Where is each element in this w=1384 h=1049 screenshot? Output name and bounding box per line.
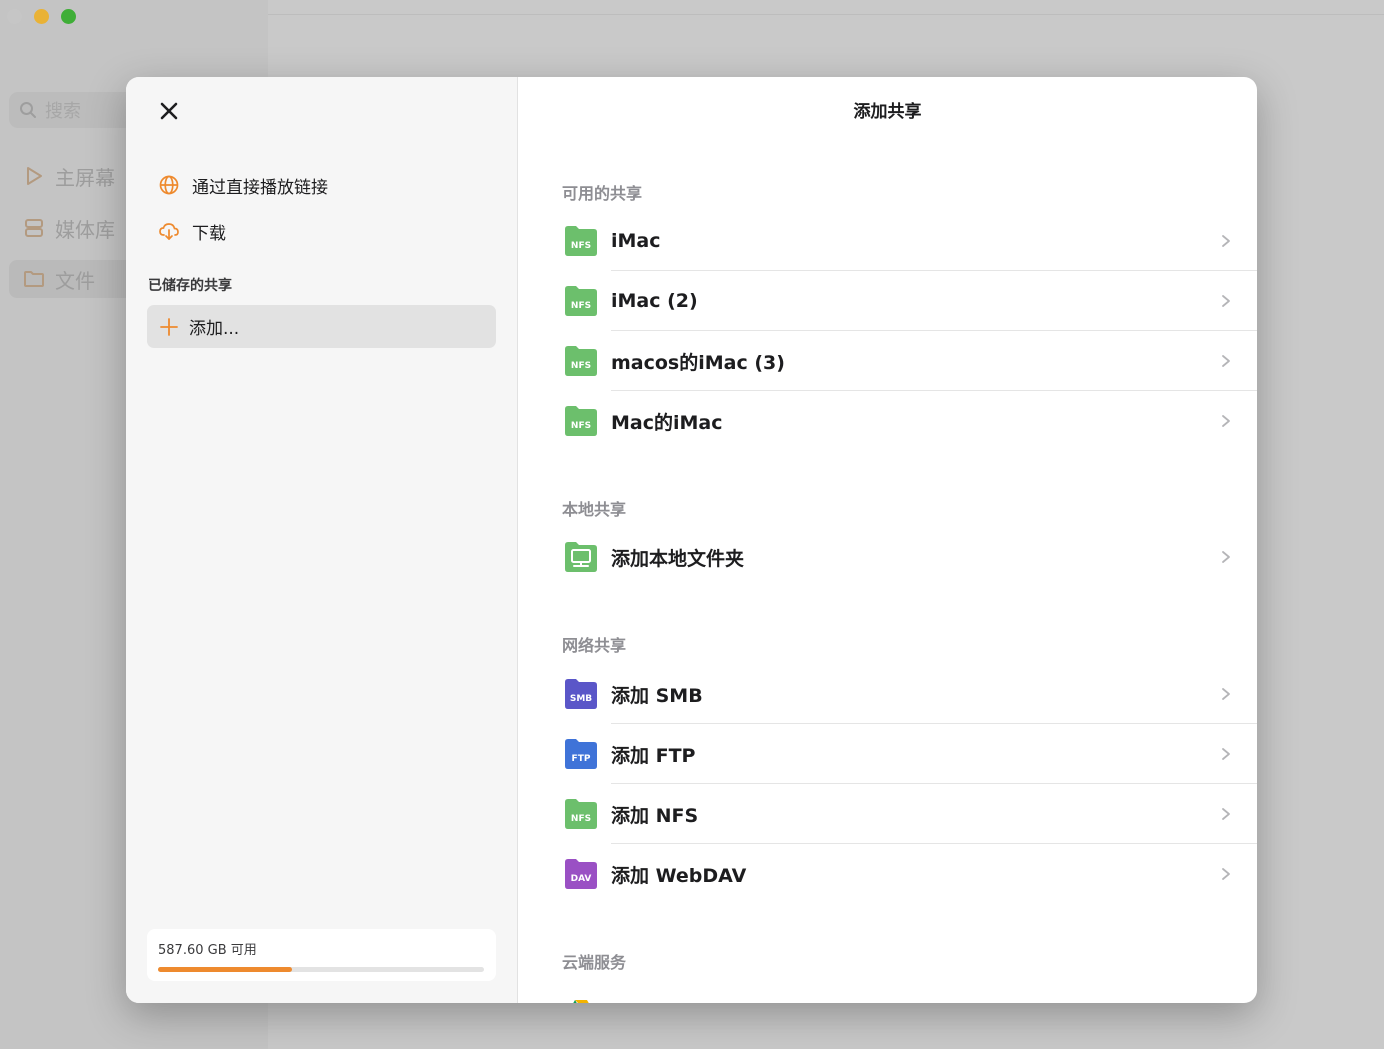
share-row-imac-2[interactable]: NFS iMac (2) (562, 271, 1257, 331)
share-row-label: Mac的iMac (611, 411, 723, 434)
local-folder-icon (565, 542, 597, 572)
add-saved-label: 添加... (189, 319, 240, 339)
storage-bar (158, 967, 484, 972)
dialog-title: 添加共享 (853, 102, 922, 122)
direct-link-label: 通过直接播放链接 (192, 177, 328, 198)
add-saved-share-button[interactable]: 添加... (147, 305, 496, 348)
network-shares-heading: 网络共享 (562, 636, 627, 655)
nfs-folder-icon: NFS (565, 799, 597, 829)
sidebar-item-label: 文件 (55, 268, 95, 293)
nfs-folder-icon: NFS (565, 406, 597, 436)
smb-folder-icon: SMB (565, 679, 597, 709)
search-icon (20, 102, 36, 118)
direct-link-item[interactable]: 通过直接播放链接 (148, 167, 496, 203)
dialog-content: 添加共享 可用的共享 NFS iMac NFS iMac (2) NFS mac… (518, 77, 1257, 1003)
add-share-dialog: 通过直接播放链接 下载 已储存的共享 添加... 587.60 GB 可用 添加… (126, 77, 1257, 1003)
share-row-label: iMac (611, 230, 661, 252)
folder-icon (24, 271, 44, 287)
chevron-right-icon (1222, 868, 1230, 880)
google-drive-icon (573, 1000, 589, 1003)
plus-icon (160, 317, 178, 336)
ftp-folder-icon: FTP (565, 739, 597, 769)
add-local-folder-row[interactable]: 添加本地文件夹 (562, 527, 1257, 587)
library-icon (25, 219, 43, 237)
nfs-folder-icon: NFS (565, 226, 597, 256)
storage-bar-fill (158, 967, 292, 972)
available-shares-heading: 可用的共享 (562, 184, 643, 203)
storage-available-text: 587.60 GB 可用 (158, 943, 257, 958)
share-row-label: iMac (2) (611, 290, 698, 312)
chevron-right-icon (1222, 355, 1230, 367)
share-row-label: 添加 FTP (611, 744, 696, 767)
nfs-folder-icon: NFS (565, 286, 597, 316)
sidebar-item-label: 主屏幕 (55, 165, 115, 190)
share-row-label: 添加 SMB (611, 684, 703, 707)
add-nfs-row[interactable]: NFS 添加 NFS (562, 784, 1257, 844)
chevron-right-icon (1222, 808, 1230, 820)
share-row-macos-imac-3[interactable]: NFS macos的iMac (3) (562, 331, 1257, 391)
cloud-services-heading: 云端服务 (562, 953, 627, 972)
chevron-right-icon (1222, 688, 1230, 700)
globe-icon (159, 175, 179, 195)
chevron-right-icon (1222, 235, 1230, 247)
share-row-label: 添加 NFS (611, 804, 699, 827)
share-row-imac[interactable]: NFS iMac (562, 211, 1257, 271)
saved-shares-heading: 已储存的共享 (148, 278, 232, 294)
nfs-folder-icon: NFS (565, 346, 597, 376)
svg-text:NFS: NFS (571, 301, 591, 311)
local-shares-heading: 本地共享 (562, 500, 627, 519)
cloud-download-icon (159, 223, 179, 240)
share-row-label: 添加 WebDAV (611, 864, 747, 887)
search-placeholder: 搜索 (45, 101, 81, 122)
add-ftp-row[interactable]: FTP 添加 FTP (562, 724, 1257, 784)
cloud-service-row-partial[interactable] (562, 979, 1257, 1003)
add-smb-row[interactable]: SMB 添加 SMB (562, 664, 1257, 724)
svg-text:SMB: SMB (570, 694, 592, 704)
add-webdav-row[interactable]: DAV 添加 WebDAV (562, 844, 1257, 904)
window-minimize-button[interactable] (34, 9, 49, 24)
window-close-button[interactable] (7, 9, 22, 24)
svg-text:DAV: DAV (571, 874, 592, 884)
dialog-sidebar: 通过直接播放链接 下载 已储存的共享 添加... 587.60 GB 可用 (126, 77, 518, 1003)
share-row-label: 添加本地文件夹 (611, 547, 745, 570)
svg-text:NFS: NFS (571, 421, 591, 431)
storage-indicator: 587.60 GB 可用 (147, 929, 496, 981)
chevron-right-icon (1222, 415, 1230, 427)
download-item[interactable]: 下载 (148, 213, 496, 249)
svg-text:NFS: NFS (571, 241, 591, 251)
close-button[interactable] (155, 97, 183, 125)
chevron-right-icon (1222, 551, 1230, 563)
svg-text:FTP: FTP (572, 754, 591, 764)
share-row-mac-imac[interactable]: NFS Mac的iMac (562, 391, 1257, 451)
chevron-right-icon (1222, 295, 1230, 307)
download-label: 下载 (192, 223, 226, 244)
dav-folder-icon: DAV (565, 859, 597, 889)
close-icon (160, 102, 178, 120)
svg-text:NFS: NFS (571, 361, 591, 371)
svg-text:NFS: NFS (571, 814, 591, 824)
play-icon (27, 167, 42, 185)
window-zoom-button[interactable] (61, 9, 76, 24)
share-row-label: macos的iMac (3) (611, 351, 785, 374)
chevron-right-icon (1222, 748, 1230, 760)
sidebar-item-label: 媒体库 (55, 217, 115, 242)
